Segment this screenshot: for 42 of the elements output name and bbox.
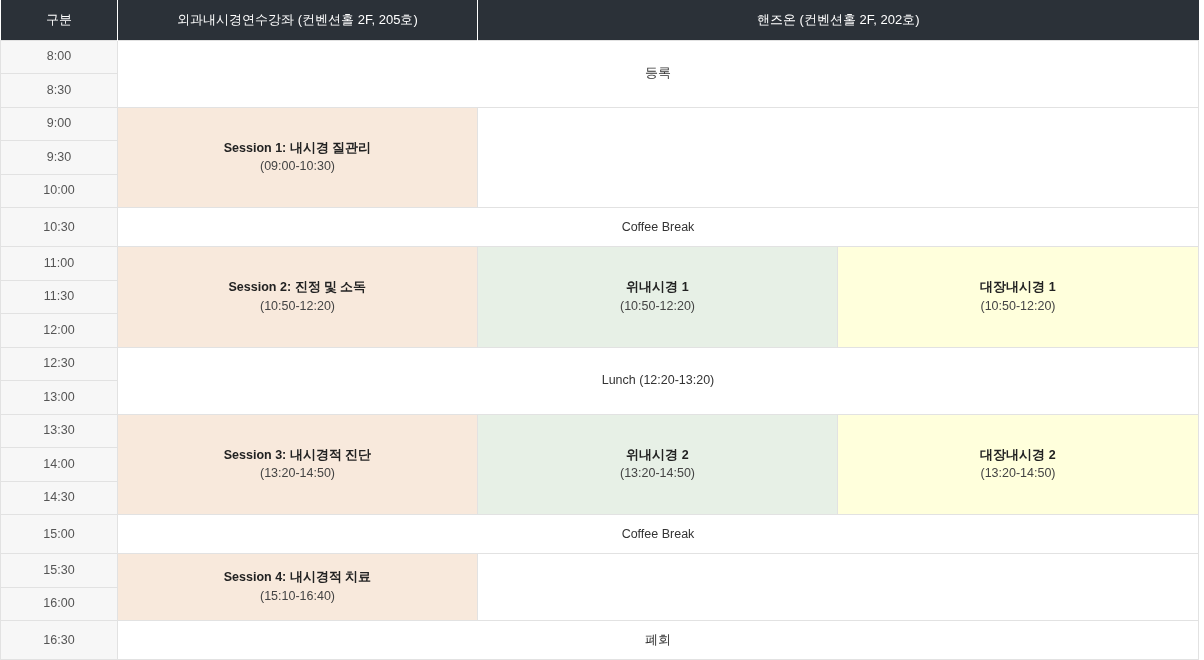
time-cell: 16:00 — [0, 587, 118, 621]
session-title: 대장내시경 1 — [980, 279, 1056, 296]
event-label: 폐회 — [645, 632, 671, 647]
session-time: (13:20-14:50) — [619, 465, 696, 483]
session-time: (13:20-14:50) — [980, 465, 1056, 483]
time-cell: 12:00 — [0, 313, 118, 347]
time-cell: 16:30 — [0, 620, 118, 660]
session-title: 대장내시경 2 — [980, 446, 1056, 464]
time-cell: 9:30 — [0, 140, 118, 174]
time-cell: 10:00 — [0, 174, 118, 208]
session-title: Session 3: 내시경적 진단 — [223, 446, 372, 464]
time-cell: 9:00 — [0, 107, 118, 141]
column-header: 외과내시경연수강좌 (컨벤션홀 2F, 205호) — [117, 0, 478, 40]
event-label: 등록 — [645, 66, 671, 81]
column-header: 구분 — [0, 0, 118, 40]
session-time: (10:50-12:20) — [980, 297, 1056, 315]
session-title: Session 4: 내시경적 치료 — [223, 569, 372, 587]
time-cell: 8:00 — [0, 40, 118, 74]
session-time: (10:50-12:20) — [259, 297, 336, 315]
event-label: Coffee Break — [621, 526, 695, 541]
event-label: Coffee Break — [621, 219, 695, 234]
time-cell: 13:00 — [0, 380, 118, 414]
time-cell: 15:30 — [0, 553, 118, 587]
time-cell: 11:30 — [0, 280, 118, 314]
session-time: (10:50-12:20) — [619, 297, 696, 315]
time-cell: 11:00 — [0, 246, 118, 280]
session-title: Session 2: 진정 및 소독 — [228, 279, 367, 296]
session-title: 위내시경 1 — [626, 279, 689, 296]
time-cell: 13:30 — [0, 414, 118, 448]
time-cell: 14:00 — [0, 447, 118, 481]
session-time: (13:20-14:50) — [259, 465, 336, 483]
session-title: Session 1: 내시경 질관리 — [223, 139, 372, 157]
time-cell: 12:30 — [0, 347, 118, 381]
session-time: (15:10-16:40) — [259, 588, 336, 605]
time-cell: 15:00 — [0, 514, 118, 554]
column-header: 핸즈온 (컨벤션홀 2F, 202호) — [477, 0, 1199, 40]
event-label: Lunch (12:20-13:20) — [601, 373, 715, 388]
session-time: (09:00-10:30) — [259, 158, 336, 176]
time-cell: 8:30 — [0, 73, 118, 107]
time-cell: 14:30 — [0, 481, 118, 515]
session-title: 위내시경 2 — [626, 446, 689, 464]
time-cell: 10:30 — [0, 207, 118, 247]
